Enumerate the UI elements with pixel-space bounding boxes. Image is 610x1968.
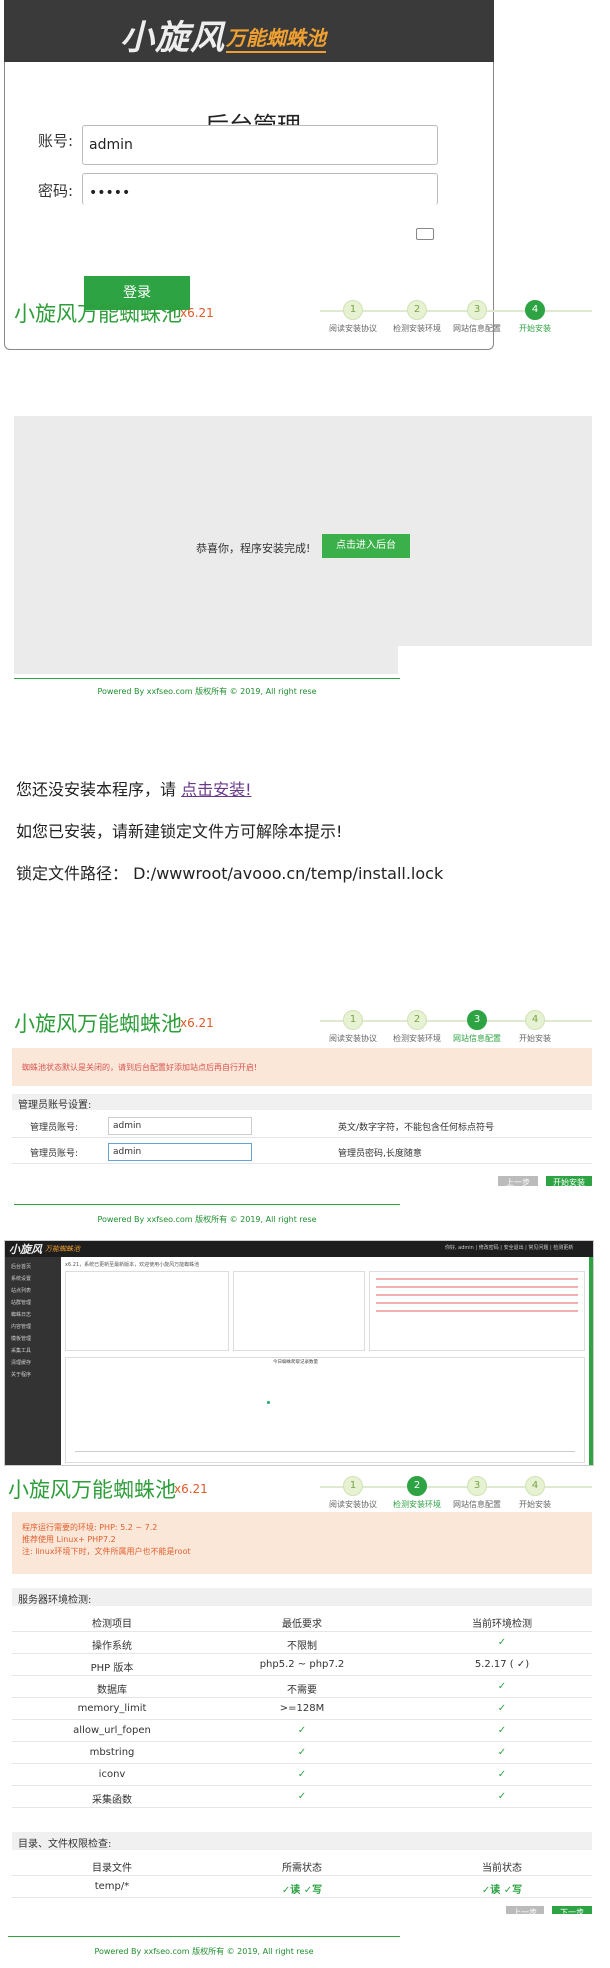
admin-username-row: 管理员账号: admin 英文/数字字符，不能包含任何标点符号 (12, 1114, 592, 1138)
stats-panel (65, 1271, 229, 1351)
enter-admin-button[interactable]: 点击进入后台 (322, 534, 410, 558)
dir-permission-section: 目录、文件权限检查: (12, 1832, 592, 1850)
perm-table-header: 目录文件 所需状态 当前状态 (12, 1854, 592, 1876)
table-row: mbstring ✓ ✓ (12, 1742, 592, 1764)
footer-text: Powered By xxfseo.com 版权所有 © 2019, All r… (97, 687, 317, 696)
brand-title: 小旋风万能蜘蛛池 (14, 302, 182, 326)
sidebar-item[interactable]: 站点列表 (11, 1287, 31, 1294)
username-input[interactable]: admin (82, 125, 438, 165)
version-label: x6.21 (180, 1016, 214, 1030)
table-row: memory_limit >=128M ✓ (12, 1698, 592, 1720)
keyboard-icon[interactable] (416, 228, 434, 240)
table-row: iconv ✓ ✓ (12, 1764, 592, 1786)
lock-file-path: 锁定文件路径： D:/wwwroot/avooo.cn/temp/install… (16, 864, 444, 883)
password-input[interactable]: ••••• (82, 173, 438, 205)
sidebar-item[interactable]: 关于程序 (11, 1371, 31, 1378)
table-row: temp/* ✓读 ✓写 ✓读 ✓写 (12, 1876, 592, 1898)
table-row: allow_url_fopen ✓ ✓ (12, 1720, 592, 1742)
brand-title: 小旋风万能蜘蛛池 (14, 1012, 182, 1036)
step-indicator: 1 阅读安装协议 2 检测安装环境 3 网站信息配置 4 开始安装 (320, 1010, 592, 1046)
admin-logo: 小旋风 (9, 1243, 42, 1256)
sidebar-item[interactable]: 后台首页 (11, 1263, 31, 1270)
footer-divider (14, 678, 400, 679)
sidebar-item[interactable]: 内容管理 (11, 1323, 31, 1330)
sidebar-item[interactable]: 站群管理 (11, 1299, 31, 1306)
login-logo-sub: 万能蜘蛛池 (226, 22, 326, 53)
sidebar-item[interactable]: 模板管理 (11, 1335, 31, 1342)
not-installed-line2: 如您已安装，请新建锁定文件方可解除本提示! (16, 822, 343, 841)
sidebar-item[interactable]: 蜘蛛日志 (11, 1311, 31, 1318)
admin-section-title: 管理员账号设置: (12, 1094, 592, 1111)
env-table-header: 检测项目 最低要求 当前环境检测 (12, 1610, 592, 1632)
brand-title: 小旋风万能蜘蛛池 (8, 1478, 176, 1502)
news-panel (369, 1271, 585, 1351)
table-row: 数据库 不需要 ✓ (12, 1676, 592, 1698)
footer-text: Powered By xxfseo.com 版权所有 © 2019, All r… (94, 1947, 314, 1956)
admin-password-input[interactable]: admin (108, 1143, 252, 1161)
version-label: x6.21 (180, 306, 214, 320)
env-requirements-info: 程序运行需要的环境: PHP: 5.2 ~ 7.2 推荐使用 Linux+ PHP… (12, 1512, 592, 1574)
spider-chart-panel (65, 1357, 585, 1463)
chart-title: 今日蜘蛛爬取记录数量 (273, 1360, 318, 1365)
start-install-button[interactable]: 开始安装 (546, 1176, 592, 1186)
admin-logo-sub: 万能蜘蛛池 (45, 1245, 80, 1253)
footer-text: Powered By xxfseo.com 版权所有 © 2019, All r… (97, 1215, 317, 1224)
admin-username-input[interactable]: admin (108, 1117, 252, 1135)
version-label: x6.21 (174, 1482, 208, 1496)
admin-password-row: 管理员账号: admin 管理员密码,长度随意 (12, 1140, 592, 1164)
prev-button[interactable]: 上一步 (506, 1906, 544, 1914)
table-row: 采集函数 ✓ ✓ (12, 1786, 592, 1808)
sidebar-item[interactable]: 采集工具 (11, 1347, 31, 1354)
username-label: 账号: (38, 132, 74, 150)
table-row: PHP 版本 php5.2 ~ php7.2 5.2.17 ( ✓) (12, 1654, 592, 1676)
admin-scroll-bar (589, 1257, 593, 1465)
not-installed-line1: 您还没安装本程序，请 点击安装! (16, 780, 252, 799)
install-link[interactable]: 点击安装! (181, 780, 251, 799)
footer-divider (8, 1936, 400, 1937)
step-indicator: 1 阅读安装协议 2 检测安装环境 3 网站信息配置 4 开始安装 (320, 300, 592, 336)
footer-divider (14, 1204, 400, 1205)
step-indicator: 1 阅读安装协议 2 检测安装环境 3 网站信息配置 4 开始安装 (320, 1476, 592, 1512)
spider-pool-warning: 蜘蛛池状态默认是关闭的，请到后台配置好添加站点后再自行开启! (12, 1048, 592, 1086)
prev-button[interactable]: 上一步 (498, 1176, 538, 1186)
next-button[interactable]: 下一步 (552, 1906, 592, 1914)
admin-dashboard: 小旋风 万能蜘蛛池 你好, admin | 修改密码 | 安全退出 | 常见问题… (4, 1240, 594, 1466)
admin-user-links[interactable]: 你好, admin | 修改密码 | 安全退出 | 常见问题 | 检测更新 (445, 1244, 573, 1251)
server-env-section: 服务器环境检测: (12, 1588, 592, 1606)
password-label: 密码: (38, 182, 74, 200)
admin-sidebar: 后台首页 系统设置 站点列表 站群管理 蜘蛛日志 内容管理 模板管理 采集工具 … (5, 1257, 61, 1465)
chart-point (267, 1401, 270, 1404)
install-complete-message: 恭喜你，程序安装完成! (196, 542, 311, 555)
login-logo: 小旋风 (120, 18, 225, 58)
admin-notice: x6.21，系统已更新至最新版本，欢迎使用小旋风万能蜘蛛池 (65, 1262, 200, 1268)
sidebar-item[interactable]: 清理缓存 (11, 1359, 31, 1366)
chart-axis (75, 1451, 575, 1452)
sidebar-item[interactable]: 系统设置 (11, 1275, 31, 1282)
info-panel (233, 1271, 365, 1351)
table-row: 操作系统 不限制 ✓ (12, 1632, 592, 1654)
